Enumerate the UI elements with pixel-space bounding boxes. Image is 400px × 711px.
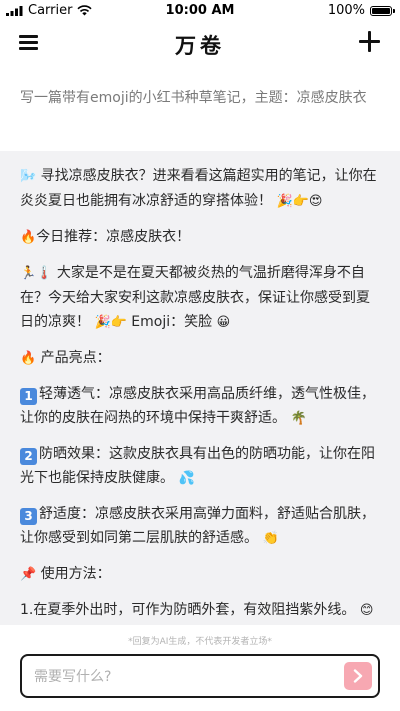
palm-tree-emoji: 🌴 [290,411,307,426]
fire-emoji: 🔥 [20,351,37,366]
response-paragraph: 📌 使用方法： [20,566,111,582]
pushpin-emoji: 📌 [20,567,37,582]
nav-bar: 万卷 [0,24,400,64]
user-prompt: 写一篇带有emoji的小红书种草笔记，主题：凉感皮肤衣 [20,90,367,106]
message-input-bar [20,654,380,698]
number-badge-3: 3 [20,508,37,525]
plus-icon[interactable] [358,30,382,54]
message-input[interactable] [32,664,326,690]
feature-item-1: 1 轻薄透气：凉感皮肤衣采用高品质纤维，透气性极佳，让你的皮肤在闷热的环境中保持干… [20,386,375,426]
party-emoji: 🎉👉😍 [276,194,323,209]
response-paragraph: 🏃🌡️ 大家是不是在夏天都被炎热的气温折磨得浑身不自在？今天给大家安利这款凉感皮… [20,265,370,330]
fire-emoji: 🔥 [20,230,37,245]
send-button[interactable] [344,662,372,690]
status-bar: Carrier 10:00 AM 100% [0,0,400,20]
number-badge-2: 2 [20,448,37,465]
response-paragraph: 1.在夏季外出时，可作为防晒外套，有效阻挡紫外线。 😊 [20,602,374,618]
runner-emoji: 🏃🌡️ [20,266,53,281]
smile-emoji: 😀 [216,315,231,330]
feature-item-3: 3 舒适度：凉感皮肤衣采用高弹力面料，舒适贴合肌肤，让你感受到如同第二层肌肤的舒适… [20,506,375,546]
ai-disclaimer: *回复为AI生成，不代表开发者立场* [128,637,272,647]
party-emoji: 🎉👉 [94,315,127,330]
response-paragraph: 🔥今日推荐：凉感皮肤衣！ [20,229,191,245]
page-title: 万卷 [175,33,225,58]
response-paragraph: 🌬️ 寻找凉感皮肤衣？进来看看这篇超实用的笔记，让你在炎炎夏日也能拥有冰凉舒适的… [20,168,377,209]
battery-percent: 100% [327,3,365,18]
battery-icon [370,5,395,16]
droplets-emoji: 💦 [178,471,195,486]
chevron-right-icon [353,669,363,683]
clap-emoji: 👏 [262,531,279,546]
response-paragraph: 🔥 产品亮点： [20,350,111,366]
number-badge-1: 1 [20,388,37,405]
status-right: 100% [327,3,395,18]
feature-item-2: 2 防晒效果：这款皮肤衣具有出色的防晒功能，让你在阳光下也能保持皮肤健康。 💦 [20,446,375,486]
response-card: 🌬️ 寻找凉感皮肤衣？进来看看这篇超实用的笔记，让你在炎炎夏日也能拥有冰凉舒适的… [0,151,400,625]
sparkle-emoji: 🌬️ [20,169,37,184]
response-content: 🌬️ 寻找凉感皮肤衣？进来看看这篇超实用的笔记，让你在炎炎夏日也能拥有冰凉舒适的… [0,151,400,623]
smile-emoji: 😊 [359,603,374,618]
